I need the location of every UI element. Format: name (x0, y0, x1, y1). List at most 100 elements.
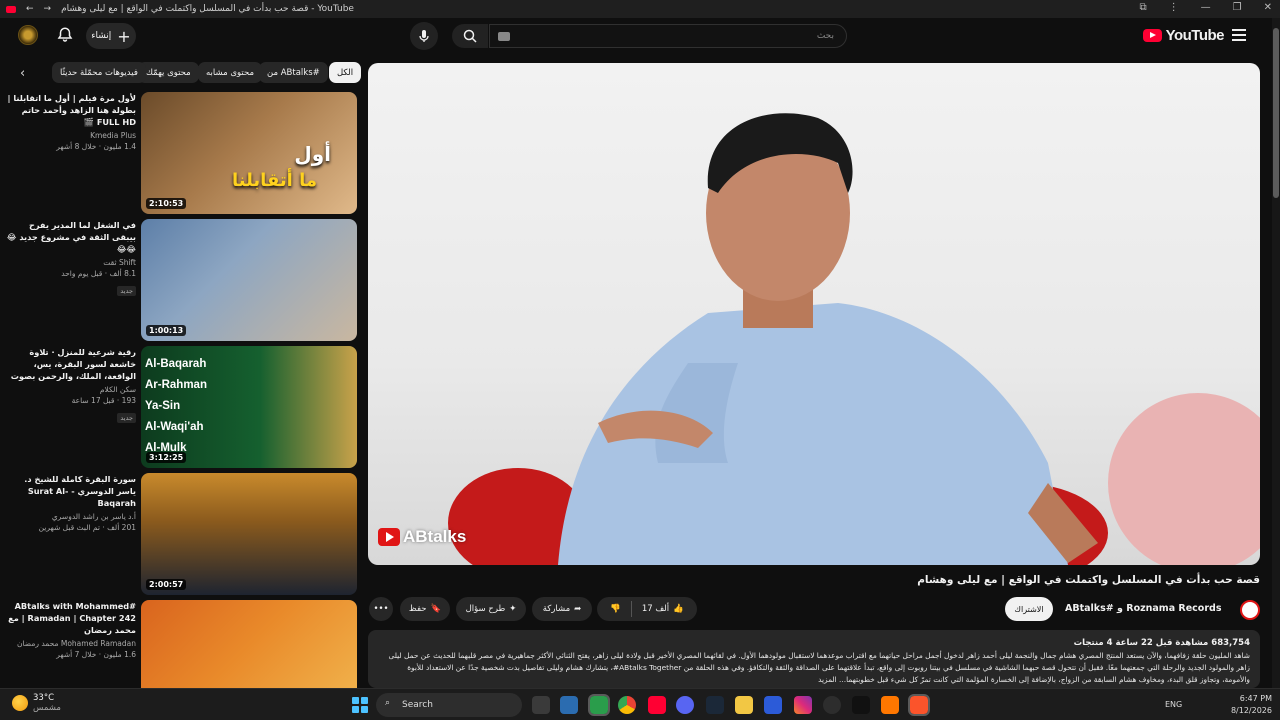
share-label: مشاركة (542, 604, 571, 614)
weather-temp: 33°C (33, 693, 55, 703)
related-video-card[interactable]: ABtalks with Mohammed# Ramadan | Chapter… (0, 600, 360, 688)
video-title[interactable]: في الشغل لما المدير يفرح بيبقى الثقة في … (4, 219, 136, 255)
video-duration: 2:00:57 (146, 579, 187, 590)
video-thumbnail[interactable] (141, 600, 357, 688)
keyboard-icon[interactable] (498, 32, 510, 41)
subscribe-button[interactable]: الاشتراك (1005, 597, 1053, 621)
like-icon[interactable]: 👍 (673, 604, 684, 614)
scrollbar-thumb[interactable] (1273, 28, 1279, 198)
video-title[interactable]: رقية شرعية للمنزل · تلاوة خاشعة لسور الب… (4, 346, 136, 382)
related-video-card[interactable]: أول ما أتقابلنا 2:10:53 لأول مرة فيلم | … (0, 92, 360, 214)
channel-avatar[interactable] (1240, 600, 1260, 620)
video-duration: 1:00:13 (146, 325, 187, 336)
clock-date: 8/12/2026 (1230, 706, 1272, 715)
related-video-card[interactable]: 2:00:57 سورة البقرة كاملة للشيخ د. ياسر … (0, 473, 360, 595)
weather-widget[interactable]: 33°C مشمس (12, 693, 61, 713)
search-placeholder: بحث (816, 31, 834, 41)
tab-title: قصة حب بدأت في المسلسل واكتملت في الواقع… (61, 4, 354, 14)
save-button[interactable]: حفظ 🔖 (400, 597, 450, 621)
windows-start-icon[interactable] (352, 697, 368, 713)
channel-name[interactable]: Kmedia Plus (4, 131, 136, 140)
back-icon[interactable]: ← (26, 4, 34, 14)
soundcloud-icon[interactable] (881, 696, 899, 714)
notifications-icon[interactable] (56, 26, 74, 48)
video-views: 201 ألف · تم البث قبل شهرين (38, 523, 136, 532)
watermark-text: ABtalks (403, 527, 467, 546)
store-icon[interactable] (560, 696, 578, 714)
video-description[interactable]: 683,754 مشاهدة قبل 22 ساعة 4 منتجات شاهد… (368, 630, 1260, 688)
minimize-icon[interactable]: — (1201, 2, 1211, 13)
active-app-icon[interactable] (588, 694, 610, 716)
channel-name[interactable]: أ.د ياسر بن راشد الدوسري (4, 512, 136, 521)
video-title-main: قصة حب بدأت في المسلسل واكتملت في الواقع… (917, 574, 1260, 586)
task-view-icon[interactable] (532, 696, 550, 714)
related-video-card[interactable]: 1:00:13 في الشغل لما المدير يفرح بيبقى ا… (0, 219, 360, 341)
share-button[interactable]: مشاركة ➦ (532, 597, 592, 621)
chip-recently-uploaded[interactable]: فيديوهات محمّلة حديثًا (52, 62, 146, 83)
youtube-app-icon[interactable] (648, 696, 666, 714)
related-video-card[interactable]: Al-Baqarah Ar-Rahman Ya-Sin Al-Waqi'ah Al-Mu… (0, 346, 360, 468)
brave-icon[interactable] (908, 694, 930, 716)
account-avatar[interactable] (18, 25, 38, 45)
hamburger-menu-icon[interactable] (1232, 29, 1246, 44)
more-icon[interactable]: ⋮ (1169, 2, 1179, 13)
share-icon: ➦ (574, 604, 582, 614)
video-thumbnail[interactable]: 2:00:57 (141, 473, 357, 595)
chip-all[interactable]: الكل (329, 62, 362, 83)
page-scrollbar[interactable] (1272, 18, 1280, 688)
file-explorer-icon[interactable] (735, 696, 753, 714)
dislike-icon[interactable]: 👎 (610, 604, 621, 614)
chip-for-you[interactable]: محتوى يهمّك (138, 62, 199, 83)
taskbar-search[interactable]: ⌕ Search (376, 693, 522, 717)
video-title[interactable]: لأول مرة فيلم | أول ما اتقابلنا | بطولة … (4, 92, 136, 128)
video-thumbnail[interactable]: أول ما أتقابلنا 2:10:53 (141, 92, 357, 214)
chrome-icon[interactable] (618, 696, 636, 714)
mic-icon (419, 30, 429, 42)
like-count[interactable]: 17 ألف (642, 604, 669, 614)
video-views: 8.1 ألف · قبل يوم واحد (61, 269, 136, 278)
system-clock[interactable]: 6:47 PM 8/12/2026 (1231, 693, 1272, 717)
instagram-icon[interactable] (794, 696, 812, 714)
channel-name[interactable]: Shift ثقت (4, 258, 136, 267)
close-icon[interactable]: ✕ (1264, 2, 1272, 13)
voice-search-button[interactable] (410, 22, 438, 50)
app-icon[interactable] (764, 696, 782, 714)
windows-taskbar: 33°C مشمس ⌕ Search ENG 6:47 PM 8/12/2026 (0, 688, 1280, 720)
new-badge: جديد (117, 413, 136, 423)
create-button[interactable]: إنشاء + (86, 23, 136, 49)
chip-related[interactable]: محتوى مشابه (198, 62, 262, 83)
taskbar-search-label: Search (402, 700, 433, 710)
steam-icon[interactable] (706, 696, 724, 714)
search-button[interactable] (452, 24, 488, 48)
video-duration: 2:10:53 (146, 198, 187, 209)
ask-button[interactable]: طرح سؤال ✦ (456, 597, 526, 621)
taskbar-search-icon: ⌕ (385, 698, 391, 708)
video-views: 1.4 مليون · خلال 8 أشهر (56, 142, 136, 151)
new-badge: جديد (117, 286, 136, 296)
like-dislike-group: 👎 17 ألف 👍 (597, 597, 697, 621)
app-icon[interactable] (823, 696, 841, 714)
channel-name-main[interactable]: ABtalks# و Roznama Records (1065, 603, 1221, 614)
chip-from-channel[interactable]: من ABtalks# (259, 62, 328, 83)
restore-icon[interactable]: ❐ (1233, 2, 1242, 13)
search-input[interactable]: بحث (489, 24, 847, 48)
video-player[interactable]: ABtalks (368, 63, 1260, 565)
plus-icon: + (117, 26, 131, 46)
extensions-icon[interactable]: ⧉ (1140, 2, 1147, 13)
video-title[interactable]: ABtalks with Mohammed# Ramadan | Chapter… (4, 600, 136, 636)
tiktok-icon[interactable] (852, 696, 870, 714)
video-thumbnail[interactable]: 1:00:13 (141, 219, 357, 341)
video-thumbnail[interactable]: Al-Baqarah Ar-Rahman Ya-Sin Al-Waqi'ah Al-Mu… (141, 346, 357, 468)
channel-name[interactable]: Mohamed Ramadan محمد رمضان (4, 639, 136, 648)
youtube-logo[interactable]: YouTube (1142, 27, 1225, 44)
language-indicator[interactable]: ENG (1165, 700, 1182, 709)
weather-text: مشمس (33, 703, 61, 713)
discord-icon[interactable] (676, 696, 694, 714)
youtube-header: إنشاء + بحث YouTube (0, 18, 1272, 56)
more-actions-icon[interactable]: ••• (369, 597, 393, 621)
channel-name[interactable]: سكن الكلام (4, 385, 136, 394)
description-text: شاهد المليون حلقة زفافهما، والآن يستعد ا… (388, 651, 1250, 684)
video-stats: 683,754 مشاهدة قبل 22 ساعة 4 منتجات (1073, 638, 1250, 648)
forward-icon[interactable]: → (44, 4, 52, 14)
video-title[interactable]: سورة البقرة كاملة للشيخ د. ياسر الدوسري … (4, 473, 136, 509)
